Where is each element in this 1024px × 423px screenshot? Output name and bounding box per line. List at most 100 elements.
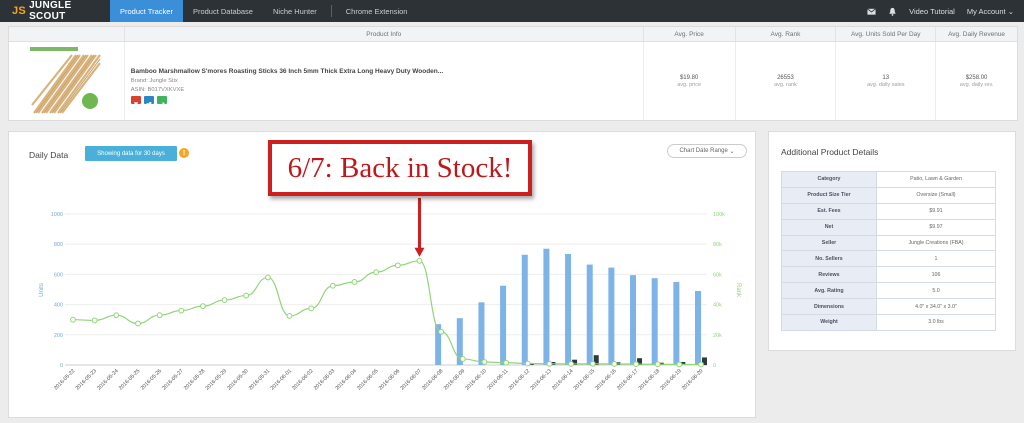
rank-point [308, 305, 315, 312]
expand-button[interactable] [156, 96, 167, 108]
units-bar [651, 278, 658, 365]
external-link-icon [146, 102, 152, 108]
x-tick-label: 2016-06-05 [356, 368, 379, 391]
x-tick-label: 2016-05-23 [75, 368, 98, 391]
details-key: Dimensions [781, 298, 877, 316]
back-in-stock-callout: 6/7: Back in Stock! [268, 140, 532, 196]
x-tick-label: 2016-05-24 [96, 368, 119, 391]
y2-tick-label: 0 [713, 363, 716, 369]
avg-revenue-cell: $258.00 avg. daily rev. [935, 42, 1017, 120]
product-info-panel: Product Info Avg. Price Avg. Rank Avg. U… [8, 26, 1018, 121]
rank-point [286, 313, 293, 319]
avg-units-value: 13 [882, 74, 890, 81]
video-tutorial-link[interactable]: Video Tutorial [909, 7, 955, 16]
rank-point [156, 312, 163, 319]
daily-data-title: Daily Data [29, 150, 69, 160]
product-row: Bamboo Marshmallow S'mores Roasting Stic… [9, 42, 1017, 120]
tab-niche-hunter[interactable]: Niche Hunter [263, 0, 327, 22]
rank-point [243, 292, 250, 299]
header-avg-rank: Avg. Rank [734, 27, 836, 41]
x-tick-label: 2016-06-17 [616, 368, 639, 391]
details-value: Oversize (Small) [876, 186, 996, 204]
nav-divider [330, 5, 332, 17]
chart-date-range-button[interactable]: Chart Date Range ⌄ [667, 144, 747, 158]
details-value: $9.97 [876, 218, 996, 236]
tab-product-database[interactable]: Product Database [183, 0, 263, 22]
x-tick-label: 2016-06-02 [291, 368, 314, 391]
header-avg-price: Avg. Price [642, 27, 735, 41]
product-table-header: Product Info Avg. Price Avg. Rank Avg. U… [9, 27, 1017, 42]
x-tick-label: 2016-06-18 [638, 368, 661, 391]
data-range-pill[interactable]: Showing data for 30 days [85, 146, 177, 161]
details-value: Patio, Lawn & Garden [876, 171, 996, 188]
details-row: Net $9.97 [781, 218, 996, 236]
avg-rank-cell: 26553 avg. rank [734, 42, 836, 120]
details-key: Net [781, 218, 877, 236]
details-key: Est. Fees [781, 202, 877, 220]
x-tick-label: 2016-06-09 [443, 368, 466, 391]
units-bar [478, 302, 485, 365]
rank-point [70, 316, 76, 323]
avg-units-cell: 13 avg. daily sales [835, 42, 935, 120]
y2-tick-label: 40k [713, 303, 722, 309]
rank-point [654, 361, 661, 368]
y-tick-label: 400 [54, 303, 63, 309]
rank-point [438, 328, 445, 335]
x-tick-label: 2016-05-30 [226, 368, 249, 391]
details-value: Jungle Creations (FBA) [876, 234, 996, 252]
x-tick-label: 2016-06-07 [399, 368, 422, 391]
details-row: Est. Fees $9.91 [781, 202, 996, 220]
avg-rank-label: avg. rank [774, 81, 797, 88]
rank-point [676, 361, 683, 368]
rank-point [503, 359, 510, 366]
units-bar [543, 248, 550, 365]
x-tick-label: 2016-06-01 [270, 368, 293, 391]
details-row: Dimensions 4.0" x 34.0" x 3.0" [781, 298, 996, 316]
delete-button[interactable] [130, 96, 141, 108]
my-account-menu[interactable]: My Account ⌄ [967, 7, 1014, 16]
x-tick-label: 2016-05-29 [205, 368, 228, 391]
rank-point [135, 320, 141, 327]
rank-point [698, 361, 704, 368]
x-tick-label: 2016-05-26 [140, 368, 163, 391]
rank-point [589, 360, 596, 367]
info-icon[interactable]: ! [179, 148, 189, 158]
details-key: Category [781, 171, 877, 188]
product-asin: ASIN: B017VXKVXE [130, 87, 185, 93]
product-thumbnail[interactable] [28, 45, 105, 117]
tab-product-tracker[interactable]: Product Tracker [110, 0, 183, 22]
x-tick-label: 2016-06-10 [464, 368, 487, 391]
rank-point [91, 317, 98, 324]
trash-icon [133, 102, 138, 108]
avg-price-value: $19.80 [679, 74, 699, 81]
x-tick-label: 2016-06-12 [508, 368, 531, 391]
chevron-down-icon: ⌄ [729, 148, 735, 155]
details-row: Seller Jungle Creations (FBA) [781, 234, 996, 252]
units-bar [500, 285, 507, 365]
y-axis-title: Units [39, 283, 45, 297]
product-brand: Brand: Jungle Stix [130, 78, 178, 84]
open-link-button[interactable] [143, 96, 154, 108]
rank-point [221, 297, 228, 303]
details-value: 5.0 [876, 282, 996, 300]
details-row: Product Size Tier Oversize (Small) [781, 186, 996, 204]
details-row: Avg. Rating 5.0 [781, 282, 996, 300]
expand-icon [159, 102, 165, 108]
mail-icon[interactable] [867, 7, 876, 16]
x-tick-label: 2016-06-19 [659, 368, 682, 391]
details-key: Reviews [781, 266, 877, 284]
avg-revenue-label: avg. daily rev. [959, 81, 994, 88]
tab-chrome-extension[interactable]: Chrome Extension [336, 0, 418, 22]
rank-point [200, 303, 206, 310]
x-tick-label: 2016-06-03 [313, 368, 336, 391]
nav-right-group: Video Tutorial My Account ⌄ [867, 7, 1024, 16]
rank-point [178, 307, 185, 314]
units-bar [521, 254, 528, 365]
jungle-scout-logo[interactable]: JS JUNGLE SCOUT [0, 0, 110, 22]
product-title[interactable]: Bamboo Marshmallow S'mores Roasting Stic… [131, 68, 643, 75]
x-tick-label: 2016-06-15 [573, 368, 596, 391]
avg-units-label: avg. daily sales [866, 81, 905, 88]
bell-icon[interactable] [888, 7, 897, 16]
details-value: 4.0" x 34.0" x 3.0" [876, 298, 996, 316]
rank-point [524, 360, 531, 367]
